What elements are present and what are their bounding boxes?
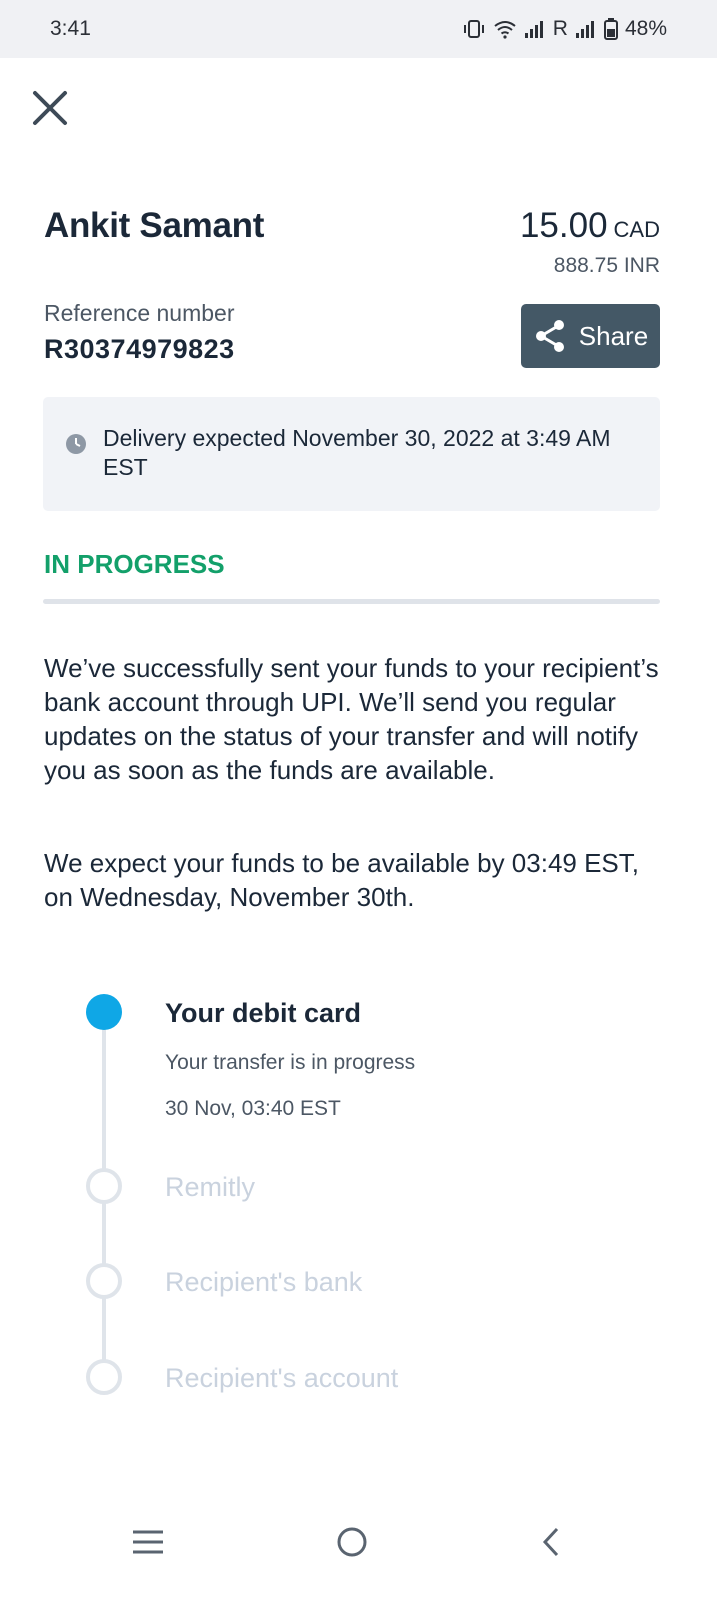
wifi-icon xyxy=(493,19,517,39)
send-amount: 15.00 CAD xyxy=(520,206,660,246)
system-nav-bar xyxy=(0,1500,717,1600)
close-button[interactable] xyxy=(30,88,70,128)
signal-icon xyxy=(524,19,546,39)
nav-home-button[interactable] xyxy=(322,1512,382,1572)
close-icon xyxy=(33,91,67,125)
timeline-step-recipient-bank: Recipient's bank xyxy=(165,1267,363,1297)
nav-back-button[interactable] xyxy=(522,1512,582,1572)
clock-icon xyxy=(66,434,86,454)
timeline-step-remitly: Remitly xyxy=(165,1172,256,1202)
transfer-status: IN PROGRESS xyxy=(44,549,225,579)
progress-track xyxy=(43,599,660,604)
delivery-expected-text: Delivery expected November 30, 2022 at 3… xyxy=(103,425,611,480)
recipient-name: Ankit Samant xyxy=(44,206,265,245)
delivery-info-box: Delivery expected November 30, 2022 at 3… xyxy=(43,397,660,511)
availability-message: We expect your funds to be available by … xyxy=(44,848,639,912)
recents-icon xyxy=(133,1530,163,1554)
battery-percentage: 48% xyxy=(624,17,667,40)
nav-recents-button[interactable] xyxy=(118,1512,178,1572)
timeline-step-debit-card: Your debit card xyxy=(165,998,362,1028)
status-time: 3:41 xyxy=(50,17,91,40)
timeline-dot-pending xyxy=(86,1168,122,1204)
amount-block: 15.00 CAD 888.75 INR xyxy=(520,206,660,278)
share-label: Share xyxy=(578,320,649,351)
back-icon xyxy=(542,1527,559,1557)
timeline-step-timestamp: 30 Nov, 03:40 EST xyxy=(165,1097,341,1120)
timeline-step-detail: Your transfer is in progress xyxy=(165,1051,416,1074)
timeline-dot-active xyxy=(86,994,122,1030)
signal-icon-2 xyxy=(575,19,597,39)
timeline-step-recipient-account: Recipient's account xyxy=(165,1363,399,1393)
reference-label: Reference number xyxy=(44,300,235,326)
status-bar: 3:41 R 48% xyxy=(0,0,717,58)
timeline-dot-pending xyxy=(86,1263,122,1299)
vibrate-icon xyxy=(462,19,486,39)
send-amount-value: 15.00 xyxy=(519,206,608,245)
share-icon xyxy=(535,320,564,352)
battery-icon xyxy=(603,18,618,40)
share-button[interactable]: Share xyxy=(521,304,660,368)
roaming-label: R xyxy=(552,17,568,40)
status-message: We’ve successfully sent your funds to yo… xyxy=(44,653,659,785)
home-icon xyxy=(337,1527,367,1557)
send-currency: CAD xyxy=(613,217,660,242)
converted-amount: 888.75 INR xyxy=(553,254,660,277)
reference-number: R30374979823 xyxy=(44,334,235,364)
timeline-dot-pending xyxy=(86,1359,122,1395)
status-icons: R 48% xyxy=(462,17,667,41)
